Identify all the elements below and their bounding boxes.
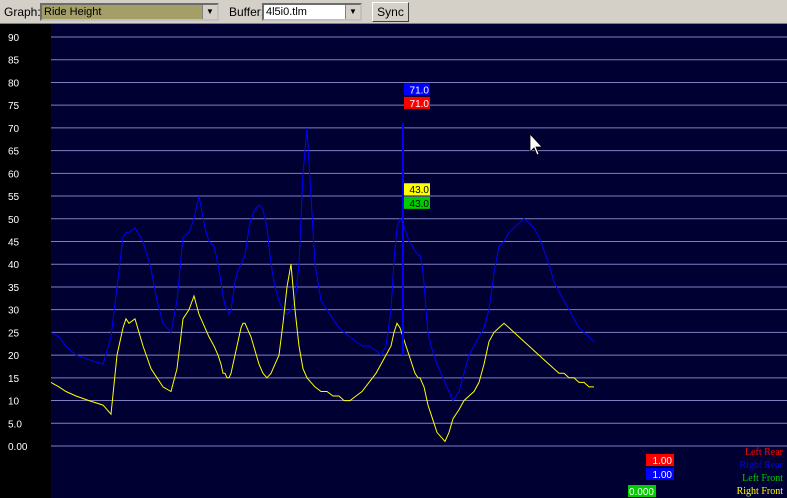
y-tick-label: 5.0: [8, 419, 22, 430]
y-tick-label: 50: [8, 215, 20, 226]
y-tick-label: 15: [8, 374, 20, 385]
readout-value: 1.00: [653, 456, 673, 467]
cursor-tag: 71.0: [404, 83, 430, 96]
legend-entry: Right Rear: [739, 460, 783, 471]
ride-height-chart[interactable]: 71.0 71.0 43.0 43.0 1.00 1.00 0.000 Left Rear Ri…: [51, 24, 787, 498]
y-tick-label: 75: [8, 101, 20, 112]
cursor-tag-value: 71.0: [410, 85, 430, 96]
graph-select[interactable]: Ride Height ▼: [40, 3, 219, 21]
y-tick-label: 90: [8, 33, 20, 44]
y-tick-label: 40: [8, 260, 20, 271]
legend-entry: Left Rear: [745, 447, 784, 458]
cursor-tag-value: 43.0: [410, 185, 430, 196]
cursor-tag: 43.0: [404, 196, 430, 210]
y-tick-label: 60: [8, 169, 20, 180]
buffer-select[interactable]: 4l5i0.tlm ▼: [262, 3, 362, 21]
y-tick-label: 55: [8, 192, 20, 203]
y-tick-label: 70: [8, 124, 20, 135]
graph-label: Graph:: [4, 5, 41, 19]
y-tick-label: 65: [8, 147, 20, 158]
y-tick-label: 45: [8, 238, 20, 249]
legend-entry: Left Front: [742, 473, 783, 484]
legend-entry: Right Front: [737, 486, 784, 497]
y-tick-label: 0.00: [8, 442, 28, 453]
y-tick-label: 30: [8, 306, 20, 317]
cursor-tag-value: 43.0: [410, 199, 430, 210]
cursor-tag: 43.0: [404, 183, 430, 196]
y-tick-label: 35: [8, 283, 20, 294]
y-tick-label: 85: [8, 56, 20, 67]
buffer-label: Buffer:: [229, 5, 265, 19]
y-tick-label: 80: [8, 78, 20, 89]
y-tick-label: 25: [8, 328, 20, 339]
chevron-down-icon[interactable]: ▼: [345, 5, 360, 19]
sync-button[interactable]: Sync: [372, 2, 409, 22]
cursor-tag: 71.0: [404, 96, 430, 110]
y-tick-label: 10: [8, 397, 20, 408]
graph-select-value: Ride Height: [44, 6, 102, 18]
readout-value: 0.000: [629, 487, 654, 498]
y-axis: 90 85 80 75 70 65 60 55 50 45 40 35 30 25 20 15 10 5.0 0.0…: [0, 24, 50, 498]
chevron-down-icon[interactable]: ▼: [202, 5, 217, 19]
y-tick-label: 20: [8, 351, 20, 362]
toolbar: Graph: Ride Height ▼ Buffer: 4l5i0.tlm ▼…: [0, 0, 787, 24]
cursor-tag-value: 71.0: [410, 99, 430, 110]
readout-value: 1.00: [653, 470, 673, 481]
buffer-select-value: 4l5i0.tlm: [266, 6, 307, 18]
